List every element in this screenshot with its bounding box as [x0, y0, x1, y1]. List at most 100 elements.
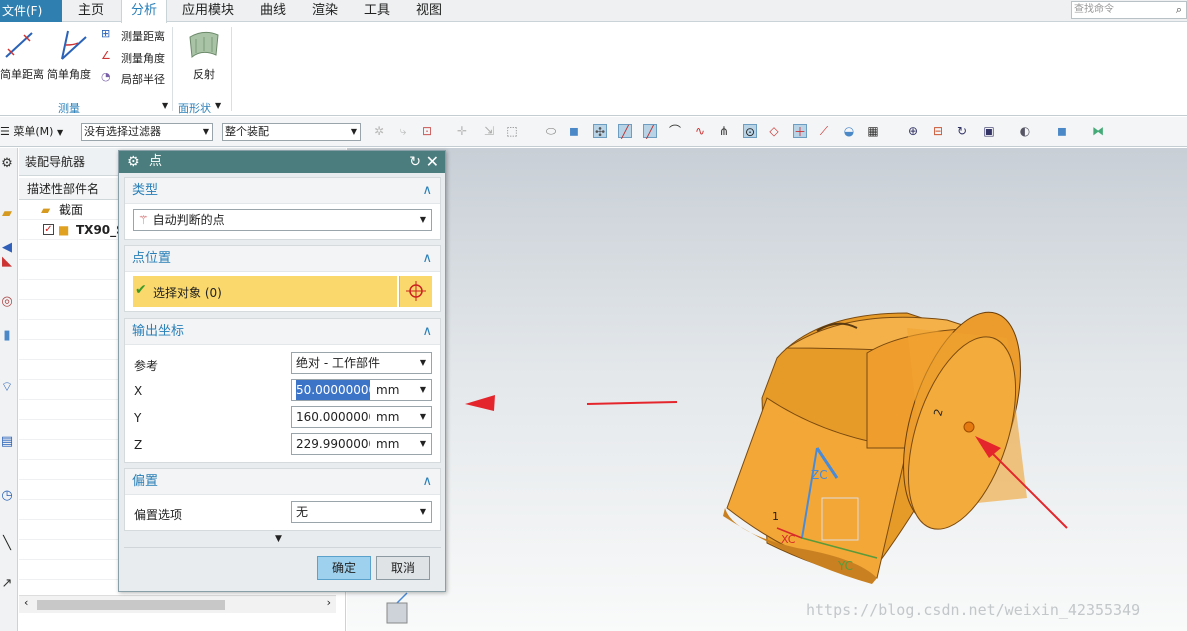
- tab-curve[interactable]: 曲线: [260, 0, 286, 22]
- offset-option-dropdown[interactable]: 无 ▼: [291, 501, 432, 523]
- rectangle-select-icon[interactable]: ⬚: [505, 124, 519, 138]
- horizontal-scrollbar[interactable]: ‹ ›: [19, 595, 336, 613]
- y-coordinate-field[interactable]: 160.0000000 mm ▼: [291, 406, 432, 428]
- tab-view[interactable]: 视图: [416, 0, 442, 22]
- chevron-down-icon[interactable]: ▼: [420, 380, 426, 400]
- snap-move-icon[interactable]: ✛: [455, 124, 469, 138]
- select-component-icon[interactable]: ⇲: [482, 124, 496, 138]
- bounded-grid-icon[interactable]: ▦: [866, 124, 880, 138]
- reference-dropdown[interactable]: 绝对 - 工作部件 ▼: [291, 352, 432, 374]
- select-object-row[interactable]: ✔ 选择对象 (0): [133, 276, 397, 307]
- quadrant-point-icon[interactable]: ◇: [767, 124, 781, 138]
- offset-section: 偏置 ∧ 偏置选项 无 ▼: [124, 468, 441, 531]
- group-surface-expand-icon[interactable]: ▼: [215, 101, 221, 110]
- collapse-icon[interactable]: ∧: [422, 469, 432, 495]
- measure-distance-button[interactable]: ⊞ 测量距离: [101, 27, 171, 45]
- local-radius-icon: ◔: [101, 70, 111, 83]
- tab-application[interactable]: 应用模块: [182, 0, 234, 22]
- tab-tools[interactable]: 工具: [364, 0, 390, 22]
- checkmark-icon: ✔: [135, 282, 147, 298]
- view-fit-icon[interactable]: ⬭: [544, 124, 558, 138]
- cancel-button[interactable]: 取消: [376, 556, 430, 580]
- offset-header[interactable]: 偏置 ∧: [125, 469, 440, 495]
- z-coordinate-field[interactable]: 229.9900000 mm ▼: [291, 433, 432, 455]
- document-icon[interactable]: ▤: [0, 434, 14, 450]
- constraint-icon[interactable]: ◣: [0, 254, 14, 270]
- select-face-icon[interactable]: ⊡: [420, 124, 434, 138]
- gear-icon[interactable]: ⚙: [127, 151, 140, 173]
- ok-button[interactable]: 确定: [317, 556, 371, 580]
- scrollbar-thumb[interactable]: [37, 600, 225, 610]
- folder-icon[interactable]: ▰: [0, 206, 14, 222]
- orient-view-icon[interactable]: ▣: [982, 124, 996, 138]
- tab-render[interactable]: 渲染: [312, 0, 338, 22]
- point-constructor-button[interactable]: [399, 276, 432, 307]
- reset-icon[interactable]: ↻: [409, 151, 421, 173]
- collapse-icon[interactable]: ∧: [422, 246, 432, 272]
- point-location-header[interactable]: 点位置 ∧: [125, 246, 440, 272]
- fit-view-icon[interactable]: ⊕: [906, 124, 920, 138]
- scroll-left-icon[interactable]: ‹: [24, 596, 28, 609]
- intersection-icon[interactable]: ⋔: [717, 124, 731, 138]
- chevron-down-icon[interactable]: ▼: [420, 407, 426, 427]
- arc-center-icon[interactable]: ⊙: [743, 124, 757, 139]
- x-coordinate-field[interactable]: 50.00000000 mm ▼: [291, 379, 432, 401]
- settings-icon[interactable]: ⚙: [0, 156, 14, 172]
- end-point-icon[interactable]: ╱: [618, 124, 632, 139]
- group-measure-expand-icon[interactable]: ▼: [162, 101, 168, 110]
- line-icon[interactable]: ↗: [0, 576, 14, 592]
- selection-filter-dropdown[interactable]: 没有选择过滤器 ▼: [81, 123, 213, 141]
- render-style-icon[interactable]: ◐: [1018, 124, 1032, 138]
- part-model[interactable]: [347, 148, 1187, 631]
- point-location-section: 点位置 ∧ ✔ 选择对象 (0): [124, 245, 441, 312]
- simple-angle-label: 简单角度: [47, 68, 91, 81]
- part-icon[interactable]: ▮: [0, 328, 14, 344]
- reference-label: 参考: [134, 359, 159, 373]
- point-type-dropdown[interactable]: ⚚ 自动判断的点 ▼: [133, 209, 432, 231]
- collapse-icon[interactable]: ∧: [422, 178, 432, 204]
- rotate-icon[interactable]: ↻: [955, 124, 969, 138]
- search-icon[interactable]: ⌕: [1172, 2, 1186, 18]
- file-menu[interactable]: 文件(F): [0, 0, 62, 22]
- zoom-icon[interactable]: ⊟: [931, 124, 945, 138]
- tab-analysis[interactable]: 分析: [121, 0, 168, 23]
- reflection-button[interactable]: 反射: [182, 23, 226, 85]
- target-icon[interactable]: ◎: [0, 294, 14, 310]
- close-icon[interactable]: ✕: [426, 151, 439, 173]
- curve-point-icon[interactable]: ⌒: [668, 124, 682, 138]
- chevron-down-icon[interactable]: ▼: [420, 434, 426, 454]
- expand-more-icon[interactable]: ▼: [275, 534, 282, 544]
- output-coordinates-header[interactable]: 输出坐标 ∧: [125, 319, 440, 345]
- snap-point-icon[interactable]: ✣: [593, 124, 607, 139]
- type-section-header[interactable]: 类型 ∧: [125, 178, 440, 204]
- dialog-title: 点: [149, 154, 163, 169]
- measure-angle-button[interactable]: ∠ 测量角度: [101, 49, 171, 67]
- measure-distance-label: 测量距离: [121, 30, 165, 43]
- selection-filter-value: 没有选择过滤器: [84, 125, 161, 138]
- checkbox-checked-icon[interactable]: ✓: [43, 224, 54, 235]
- work-layer-icon[interactable]: ⧓: [1091, 124, 1105, 138]
- search-input[interactable]: 查找命令 ⌕: [1071, 1, 1187, 19]
- collapse-icon[interactable]: ∧: [422, 319, 432, 345]
- select-feature-icon[interactable]: ✲: [372, 124, 386, 138]
- simple-angle-button[interactable]: 简单角度: [46, 23, 94, 85]
- shaded-cube-icon[interactable]: ◼: [567, 124, 581, 138]
- select-body-icon[interactable]: ⤷: [396, 124, 410, 138]
- pen-icon[interactable]: ╲: [0, 536, 14, 552]
- wifi-icon[interactable]: ⌔: [0, 380, 14, 396]
- existing-point-icon[interactable]: ＋: [793, 124, 807, 139]
- tab-home[interactable]: 主页: [78, 0, 104, 22]
- point-on-curve-icon[interactable]: ⟋: [817, 124, 831, 138]
- graphics-viewport[interactable]: ZC YC XC 1 2: [347, 148, 1187, 631]
- dialog-title-bar[interactable]: ⚙ 点 ↻ ✕: [119, 151, 445, 173]
- scroll-right-icon[interactable]: ›: [327, 596, 331, 609]
- edit-section-icon[interactable]: ◼: [1055, 124, 1069, 138]
- menu-button[interactable]: ☰ 菜单(M) ▼: [0, 124, 63, 140]
- clock-icon[interactable]: ◷: [0, 488, 14, 504]
- control-point-icon[interactable]: ∿: [693, 124, 707, 138]
- point-on-face-icon[interactable]: ◒: [842, 124, 856, 138]
- local-radius-button[interactable]: ◔ 局部半径: [101, 70, 171, 88]
- simple-distance-button[interactable]: 简单距离: [0, 23, 44, 85]
- mid-point-icon[interactable]: ╱: [643, 124, 657, 139]
- assembly-scope-dropdown[interactable]: 整个装配 ▼: [222, 123, 361, 141]
